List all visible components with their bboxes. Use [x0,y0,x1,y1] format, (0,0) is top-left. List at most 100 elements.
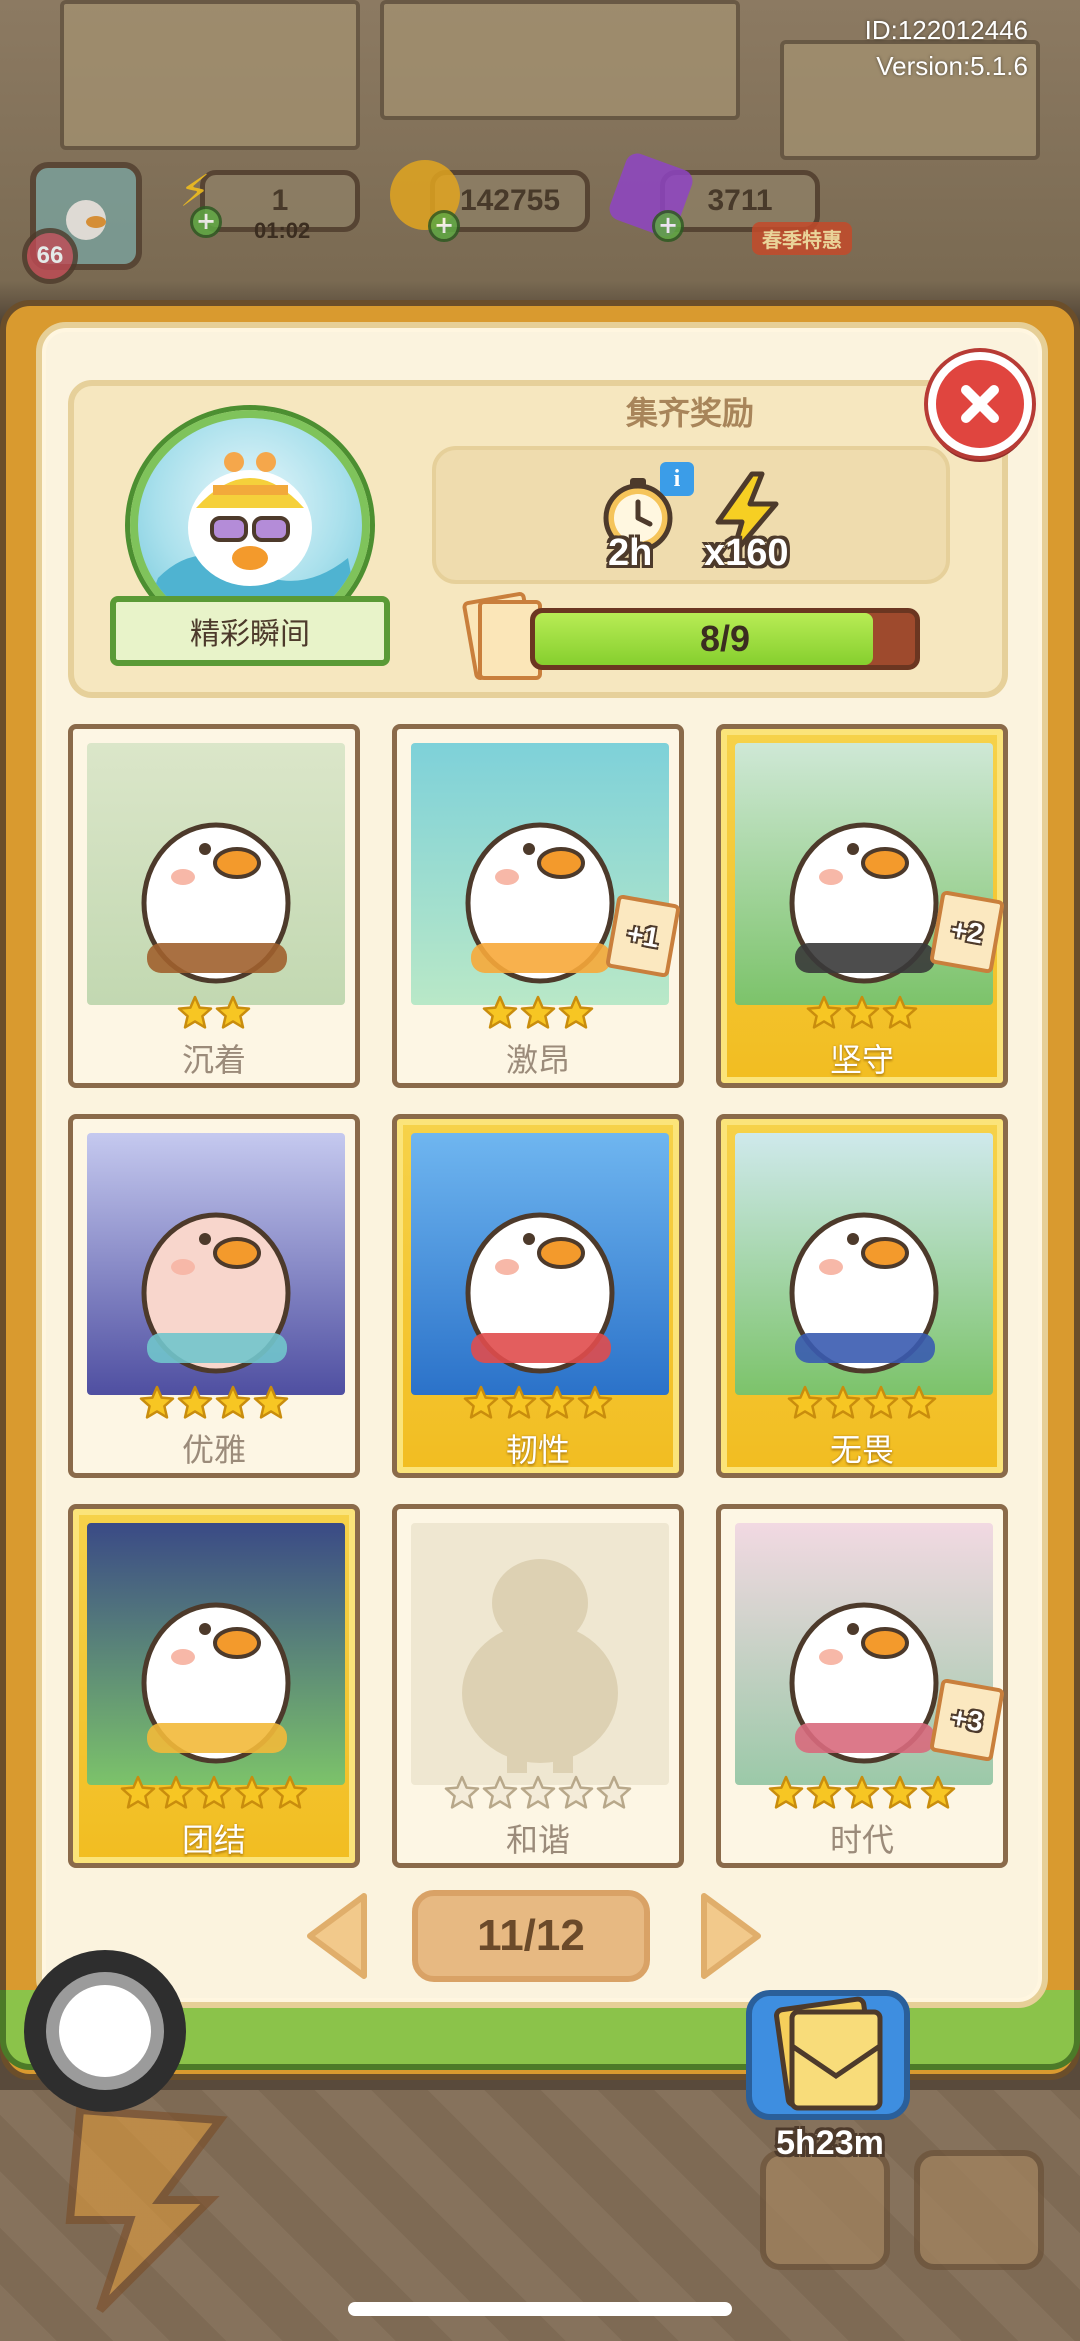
reward-time-value: 2h [608,532,653,574]
star-icon [501,1385,537,1419]
background-bolt-icon [65,2105,228,2313]
card-name: 沉着 [181,1041,246,1079]
card-pack-timer: 5h23m [776,2124,884,2162]
add-gems-button[interactable]: + [652,210,684,242]
collection-card[interactable]: 时代 +3 [716,1504,1008,1868]
card-star-rating [397,1775,679,1811]
friends-shortcut-button[interactable] [914,2150,1044,2270]
star-icon [539,1385,575,1419]
star-icon [177,1385,213,1419]
collection-badge: 精彩瞬间 [110,410,390,670]
close-icon [961,385,999,423]
build-info: ID:122012446 Version:5.1.6 [865,12,1028,84]
star-icon [215,1385,251,1419]
duplicate-count-badge: +3 [929,1678,1005,1762]
add-coins-button[interactable]: + [428,210,460,242]
collection-name: 精彩瞬间 [110,596,390,666]
star-icon [863,1385,899,1419]
collection-card[interactable]: 无畏 [716,1114,1008,1478]
card-pack-icon [774,1996,883,2111]
version-label: Version:5.1.6 [876,51,1028,81]
card-name: 优雅 [181,1431,246,1469]
duplicate-count-badge: +2 [929,890,1005,974]
card-name: 团结 [181,1821,246,1859]
card-star-rating [73,1385,355,1421]
card-star-rating [721,1775,1003,1811]
star-icon [253,1385,289,1419]
reward-title: 集齐奖励 [625,394,754,432]
collection-card[interactable]: 坚守 +2 [716,724,1008,1088]
page-indicator: 11/12 [412,1890,650,1982]
collection-card[interactable]: 沉着 [68,724,360,1088]
star-icon [215,995,251,1029]
collection-card[interactable]: 韧性 [392,1114,684,1478]
duck-character-icon [141,1602,291,1764]
star-icon [596,1775,632,1809]
card-name: 坚守 [829,1041,894,1079]
duck-silhouette-icon [462,1559,618,1773]
star-icon [120,1775,156,1809]
card-star-rating [73,995,355,1031]
background-building [380,0,740,120]
star-icon [444,1775,480,1809]
coin-value: 142755 [459,184,561,217]
star-icon [825,1385,861,1419]
star-icon [520,1775,556,1809]
star-icon [920,1775,956,1809]
duck-character-icon [141,1212,291,1374]
star-icon [177,995,213,1029]
gem-value: 3711 [707,184,773,217]
home-indicator [348,2302,732,2316]
card-artwork [411,1133,669,1395]
card-star-rating [397,995,679,1031]
card-artwork [87,1523,345,1785]
reward-energy-value: x160 [704,532,789,574]
star-icon [234,1775,270,1809]
collection-progress-bar: 8/9 [530,608,920,670]
energy-timer: 01:02 [254,218,311,243]
card-pack-button[interactable] [746,1990,910,2120]
collection-card[interactable]: 激昂 +1 [392,724,684,1088]
card-name: 和谐 [505,1821,570,1859]
star-icon [768,1775,804,1809]
background-building [60,0,360,150]
star-icon [558,1775,594,1809]
card-star-rating [721,995,1003,1031]
player-level-badge: 66 [22,228,78,284]
card-name: 时代 [829,1821,894,1859]
add-energy-button[interactable]: + [190,206,222,238]
star-icon [196,1775,232,1809]
star-icon [844,1775,880,1809]
next-page-arrow-icon[interactable] [696,1888,768,1984]
card-artwork [735,1133,993,1395]
card-star-rating [73,1775,355,1811]
card-name: 韧性 [505,1431,570,1469]
floating-assistive-button[interactable] [24,1950,186,2112]
card-name: 激昂 [505,1041,570,1079]
previous-page-arrow-icon[interactable] [300,1888,372,1984]
spring-sale-badge[interactable]: 春季特惠 [752,222,852,255]
duck-character-icon [465,1212,615,1374]
star-icon [158,1775,194,1809]
player-id: ID:122012446 [864,15,1028,45]
card-artwork [87,1133,345,1395]
collection-card[interactable]: 团结 [68,1504,360,1868]
duck-character-icon [141,822,291,984]
star-icon [463,1385,499,1419]
star-icon [901,1385,937,1419]
duplicate-count-badge: +1 [605,894,681,978]
progress-text: 8/9 [699,618,751,659]
star-icon [520,995,556,1029]
collection-card[interactable]: 和谐 [392,1504,684,1868]
star-icon [806,1775,842,1809]
star-icon [577,1385,613,1419]
star-icon [806,995,842,1029]
star-icon [787,1385,823,1419]
duck-character-icon [789,1212,939,1374]
card-artwork [87,743,345,1005]
album-shortcut-button[interactable] [760,2150,890,2270]
star-icon [482,1775,518,1809]
collection-card[interactable]: 优雅 [68,1114,360,1478]
card-star-rating [397,1385,679,1421]
energy-value: 1 [271,184,289,217]
